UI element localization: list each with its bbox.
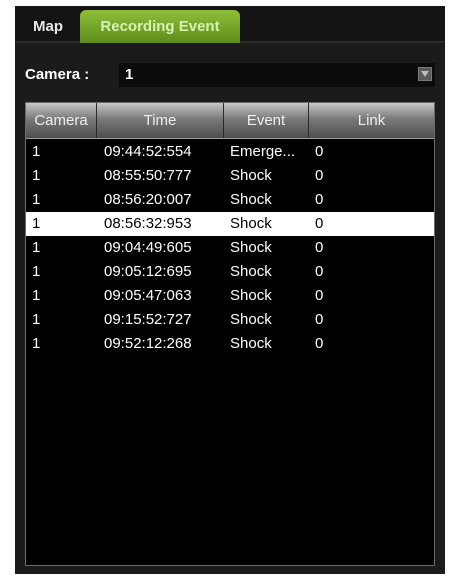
table-row[interactable]: 1 09:52:12:268 Shock 0 bbox=[26, 332, 434, 356]
table-row[interactable]: 1 08:56:20:007 Shock 0 bbox=[26, 188, 434, 212]
cell-event: Shock bbox=[230, 167, 272, 184]
table-row[interactable]: 1 08:55:50:777 Shock 0 bbox=[26, 164, 434, 188]
cell-link: 0 bbox=[315, 263, 324, 280]
cell-time: 08:56:32:953 bbox=[104, 215, 192, 232]
cell-camera: 1 bbox=[32, 191, 41, 208]
cell-camera: 1 bbox=[32, 167, 41, 184]
cell-link: 0 bbox=[315, 143, 324, 160]
cell-event: Shock bbox=[230, 215, 272, 232]
camera-select[interactable]: 1 bbox=[119, 63, 435, 87]
table-row[interactable]: 1 09:05:47:063 Shock 0 bbox=[26, 284, 434, 308]
cell-event: Shock bbox=[230, 311, 272, 328]
cell-time: 08:55:50:777 bbox=[104, 167, 192, 184]
table-row[interactable]: 1 09:04:49:605 Shock 0 bbox=[26, 236, 434, 260]
cell-time: 09:15:52:727 bbox=[104, 311, 192, 328]
cell-camera: 1 bbox=[32, 335, 41, 352]
tab-bar: Map Recording Event bbox=[15, 6, 445, 43]
camera-filter-label: Camera : bbox=[25, 66, 90, 83]
column-header-camera[interactable]: Camera bbox=[26, 103, 97, 138]
cell-time: 09:44:52:554 bbox=[104, 143, 192, 160]
table-body: 1 09:44:52:554 Emerge... 0 1 08:55:50:777 Shoc… bbox=[26, 140, 434, 356]
camera-filter: Camera : 1 bbox=[25, 63, 435, 87]
cell-event: Shock bbox=[230, 335, 272, 352]
tab-map[interactable]: Map bbox=[20, 10, 76, 43]
table-header: Camera Time Event Link bbox=[26, 103, 434, 139]
chevron-down-icon[interactable] bbox=[418, 67, 432, 81]
cell-event: Shock bbox=[230, 191, 272, 208]
cell-link: 0 bbox=[315, 167, 324, 184]
cell-link: 0 bbox=[315, 335, 324, 352]
column-header-link[interactable]: Link bbox=[309, 103, 434, 138]
cell-time: 09:05:12:695 bbox=[104, 263, 192, 280]
cell-camera: 1 bbox=[32, 287, 41, 304]
cell-link: 0 bbox=[315, 287, 324, 304]
cell-camera: 1 bbox=[32, 239, 41, 256]
cell-time: 09:52:12:268 bbox=[104, 335, 192, 352]
recording-event-panel: Map Recording Event Camera : 1 Camera Ti… bbox=[15, 6, 445, 574]
cell-camera: 1 bbox=[32, 263, 41, 280]
cell-link: 0 bbox=[315, 215, 324, 232]
cell-time: 08:56:20:007 bbox=[104, 191, 192, 208]
cell-camera: 1 bbox=[32, 215, 41, 232]
cell-event: Shock bbox=[230, 239, 272, 256]
cell-link: 0 bbox=[315, 191, 324, 208]
camera-select-value: 1 bbox=[125, 66, 134, 83]
column-header-event[interactable]: Event bbox=[224, 103, 309, 138]
cell-time: 09:05:47:063 bbox=[104, 287, 192, 304]
cell-event: Shock bbox=[230, 287, 272, 304]
cell-time: 09:04:49:605 bbox=[104, 239, 192, 256]
cell-link: 0 bbox=[315, 239, 324, 256]
cell-event: Emerge... bbox=[230, 143, 296, 160]
table-row[interactable]: 1 08:56:32:953 Shock 0 bbox=[26, 212, 434, 236]
cell-event: Shock bbox=[230, 263, 272, 280]
tab-recording-event[interactable]: Recording Event bbox=[80, 10, 240, 43]
cell-camera: 1 bbox=[32, 311, 41, 328]
cell-camera: 1 bbox=[32, 143, 41, 160]
column-header-time[interactable]: Time bbox=[97, 103, 224, 138]
cell-link: 0 bbox=[315, 311, 324, 328]
table-row[interactable]: 1 09:44:52:554 Emerge... 0 bbox=[26, 140, 434, 164]
table-row[interactable]: 1 09:15:52:727 Shock 0 bbox=[26, 308, 434, 332]
table-row[interactable]: 1 09:05:12:695 Shock 0 bbox=[26, 260, 434, 284]
event-table: Camera Time Event Link 1 09:44:52:554 Emer… bbox=[25, 102, 435, 566]
